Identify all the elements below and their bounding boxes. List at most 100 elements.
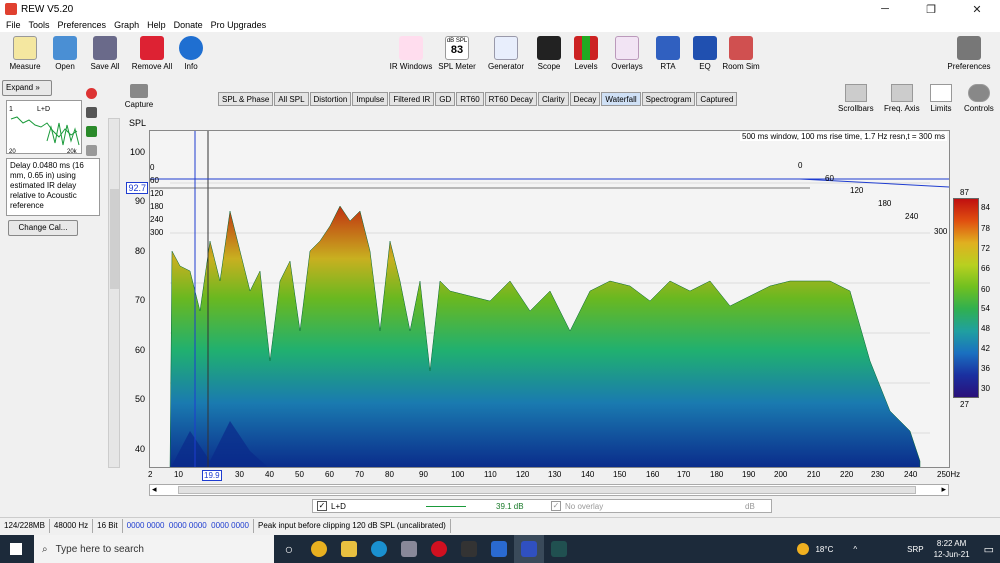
tab-gd[interactable]: GD: [435, 92, 456, 106]
capture-button[interactable]: Capture: [124, 84, 154, 109]
x-tick: 80: [385, 470, 394, 479]
chevron-up-icon[interactable]: ^: [853, 545, 857, 554]
info-button[interactable]: Info: [166, 36, 216, 71]
pen-icon[interactable]: [86, 126, 97, 137]
thumbnail-graph: 1 L+D 20 20k: [9, 106, 80, 155]
measure-icon: [13, 36, 37, 60]
left-vertical-scrollbar[interactable]: [108, 118, 120, 468]
x-tick: 110: [484, 470, 497, 479]
menu-graph[interactable]: Graph: [114, 20, 139, 30]
colorbar-tick: 48: [981, 324, 990, 333]
menu-tools[interactable]: Tools: [29, 20, 50, 30]
menu-file[interactable]: File: [6, 20, 21, 30]
tab-rt60-decay[interactable]: RT60 Decay: [484, 92, 537, 106]
remove-icon: [140, 36, 164, 60]
scrollbar-thumb[interactable]: [110, 189, 119, 289]
thumbnail-label: L+D: [37, 106, 50, 113]
menu-donate[interactable]: Donate: [174, 20, 203, 30]
overlay-name: No overlay: [565, 501, 604, 511]
scrollbars-icon: [844, 84, 867, 102]
time-tick: 120: [850, 186, 864, 195]
tab-waterfall[interactable]: Waterfall: [601, 92, 641, 106]
limits-button[interactable]: Limits: [930, 84, 952, 113]
controls-button[interactable]: Controls: [964, 84, 994, 113]
save-all-button[interactable]: Save All: [80, 36, 130, 71]
time-tick: 60: [825, 174, 834, 183]
taskbar-app-chrome[interactable]: [304, 535, 334, 563]
notes-icon[interactable]: [86, 145, 97, 156]
y-tick: 50: [134, 394, 145, 404]
spl-colorbar: [953, 198, 979, 398]
close-measurement-icon[interactable]: [86, 88, 97, 99]
weather-temp: 18°C: [815, 544, 834, 554]
tab-captured[interactable]: Captured: [696, 92, 738, 106]
windows-start-icon[interactable]: [10, 543, 22, 555]
trace-checkbox[interactable]: ✓: [317, 501, 327, 511]
taskbar-app-media[interactable]: [484, 535, 514, 563]
overlay-checkbox[interactable]: ✓: [551, 501, 561, 511]
taskbar-search[interactable]: ⌕ Type here to search: [34, 535, 274, 563]
y-tick: 60: [134, 345, 145, 355]
time-tick: 120: [150, 189, 164, 198]
waterfall-plot[interactable]: 500 ms window, 100 ms rise time, 1.7 Hz …: [149, 130, 950, 468]
taskbar-app-opera[interactable]: [424, 535, 454, 563]
x-tick: 210: [807, 470, 821, 479]
time-tick: 240: [905, 212, 919, 221]
delay-info-text: Delay 0.0480 ms (16 mm, 0.65 in) using e…: [6, 158, 100, 216]
maximize-button[interactable]: ❐: [908, 3, 954, 16]
rta-icon: [656, 36, 680, 60]
taskbar-app-explorer[interactable]: [334, 535, 364, 563]
tab-decay[interactable]: Decay: [569, 92, 601, 106]
tab-filtered-ir[interactable]: Filtered IR: [389, 92, 435, 106]
preferences-button[interactable]: Preferences: [944, 36, 994, 71]
change-cal-button[interactable]: Change Cal...: [8, 220, 78, 236]
taskbar-app-rew[interactable]: [514, 535, 544, 563]
tab-rt60[interactable]: RT60: [456, 92, 484, 106]
tab-clarity[interactable]: Clarity: [538, 92, 569, 106]
colorbar-tick: 84: [981, 203, 990, 212]
taskbar-app-scope[interactable]: [544, 535, 574, 563]
trace-line-sample: [426, 505, 466, 507]
x-tick: 190: [742, 470, 756, 479]
save-measurement-icon[interactable]: [86, 107, 97, 118]
chrome-icon: [311, 541, 327, 557]
scrollbars-button[interactable]: Scrollbars: [838, 84, 874, 113]
tab-all-spl[interactable]: All SPL: [274, 92, 309, 106]
scroll-left-icon[interactable]: ◂: [152, 484, 157, 495]
main-toolbar: Measure Open Save All Remove All Info IR…: [0, 32, 1000, 78]
taskbar-app-edge[interactable]: [364, 535, 394, 563]
tab-impulse[interactable]: Impulse: [352, 92, 389, 106]
scrollbar-thumb[interactable]: [178, 486, 916, 494]
tab-distortion[interactable]: Distortion: [309, 92, 352, 106]
measurement-thumbnail[interactable]: 1 L+D 20 20k: [6, 100, 82, 155]
y-axis-title: SPL: [128, 118, 146, 128]
spl-meter-button[interactable]: dB SPL 83 SPL Meter: [432, 36, 482, 71]
room-sim-button[interactable]: Room Sim: [716, 36, 766, 71]
notification-icon[interactable]: ▭: [984, 543, 994, 556]
task-view-button[interactable]: ○: [274, 535, 304, 563]
scroll-right-icon[interactable]: ▸: [941, 484, 946, 495]
time-tick: 60: [150, 176, 159, 185]
horizontal-scrollbar[interactable]: ◂ ▸: [149, 484, 949, 496]
freq-axis-button[interactable]: Freq. Axis: [884, 84, 920, 113]
menu-help[interactable]: Help: [147, 20, 166, 30]
thumbnail-xleft: 20: [9, 149, 16, 155]
minimize-button[interactable]: ─: [862, 3, 908, 15]
trace-value: 39.1 dB: [496, 501, 524, 511]
menu-preferences[interactable]: Preferences: [58, 20, 107, 30]
close-button[interactable]: ✕: [954, 3, 1000, 16]
menu-pro-upgrades[interactable]: Pro Upgrades: [211, 20, 267, 30]
x-tick: 250Hz: [937, 470, 961, 479]
x-tick: 220: [840, 470, 854, 479]
scope-icon: [551, 541, 567, 557]
expand-button[interactable]: Expand »: [2, 80, 52, 96]
ir-windows-button[interactable]: IR Windows: [386, 36, 436, 71]
taskbar-app-music[interactable]: [454, 535, 484, 563]
language-indicator[interactable]: SRP: [907, 545, 923, 554]
clock[interactable]: 8:22 AM 12-Jun-21: [934, 538, 970, 560]
trace-legend: ✓ L+D 39.1 dB ✓ No overlay dB: [312, 499, 772, 513]
tab-spectrogram[interactable]: Spectrogram: [641, 92, 696, 106]
wrench-icon: [957, 36, 981, 60]
tab-spl-phase[interactable]: SPL & Phase: [218, 92, 274, 106]
taskbar-app-generic[interactable]: [394, 535, 424, 563]
